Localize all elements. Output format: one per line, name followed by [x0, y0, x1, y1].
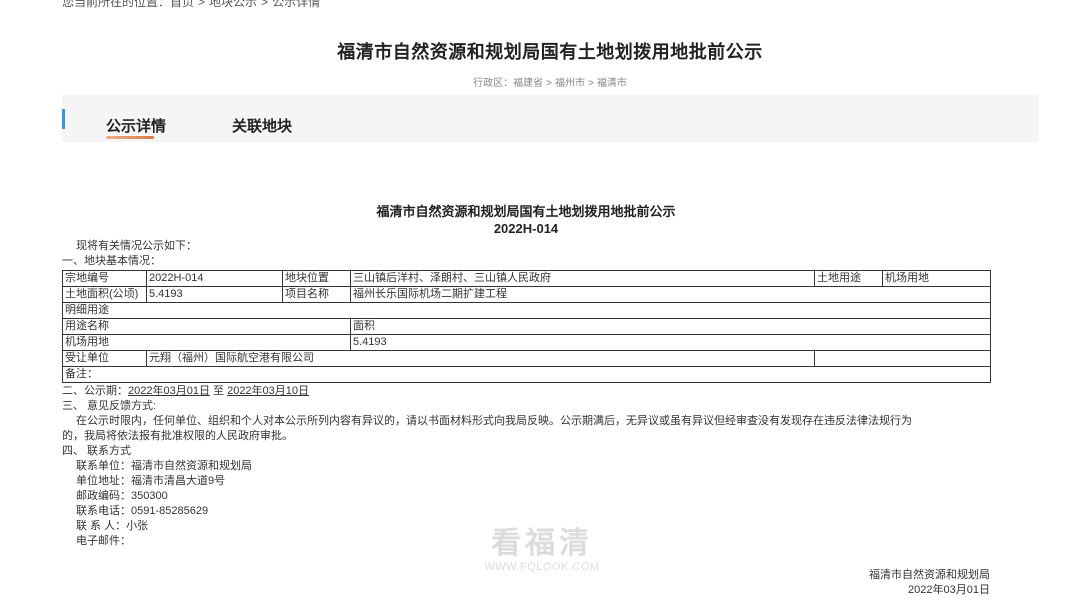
period-end-date: 2022年03月10日 [227, 385, 310, 397]
table-cell: 面积 [350, 318, 991, 335]
page-title: 福清市自然资源和规划局国有土地划拨用地批前公示 [337, 42, 763, 62]
section-basic-info-heading: 一、地块基本情况： [62, 255, 161, 267]
tab-bar-accent [62, 109, 65, 129]
notice-signature: 福清市自然资源和规划局 2022年03月01日 [869, 568, 990, 598]
breadcrumb-parcel-notice-link[interactable]: 地块公示 [209, 0, 257, 9]
notice-heading: 福清市自然资源和规划局国有土地划拨用地批前公示 2022H-014 [0, 203, 1052, 237]
section-feedback-heading: 三、 意见反馈方式: [62, 400, 157, 412]
table-row: 用途名称 面积 [62, 318, 991, 335]
table-cell: 明细用途 [62, 302, 991, 319]
region-county: 福清市 [596, 78, 627, 89]
breadcrumb: 您当前所在的位置：首页 > 地块公示 > 公示详情 [62, 0, 320, 10]
breadcrumb-separator: > [261, 0, 269, 9]
table-cell: 备注： [62, 366, 991, 383]
signature-org: 福清市自然资源和规划局 [869, 569, 990, 581]
table-cell [814, 350, 991, 367]
contact-list: 联系单位：福清市自然资源和规划局 单位地址：福清市清昌大道9号 邮政编码：350… [62, 459, 990, 549]
section-period: 二、公示期：2022年03月01日 至 2022年03月10日 [62, 384, 990, 399]
table-row: 备注： [62, 366, 991, 383]
breadcrumb-separator: > [198, 0, 206, 9]
contact-person: 联 系 人：小张 [76, 520, 149, 532]
notice-body: 现将有关情况公示如下： 一、地块基本情况： 宗地编号 2022H-014 地块位… [62, 239, 991, 549]
notice-intro: 现将有关情况公示如下： [76, 240, 197, 252]
region-province: 福建省 [513, 78, 544, 89]
table-cell: 项目名称 [282, 286, 351, 303]
table-row: 明细用途 [62, 302, 991, 319]
table-cell: 地块位置 [282, 270, 351, 287]
region-label: 行政区： [473, 78, 514, 89]
table-cell: 元翔（福州）国际航空港有限公司 [146, 350, 815, 367]
breadcrumb-current: 公示详情 [272, 0, 321, 9]
section-contact-heading: 四、 联系方式 [62, 445, 132, 457]
table-cell: 三山镇后洋村、泽朗村、三山镇人民政府 [350, 270, 815, 287]
watermark-url: WWW.FQLOOK.COM [484, 561, 600, 573]
tab-notice-detail[interactable]: 公示详情 [106, 115, 166, 136]
signature-date: 2022年03月01日 [908, 584, 990, 596]
notice-code: 2022H-014 [493, 221, 559, 236]
breadcrumb-prefix: 您当前所在的位置： [62, 0, 171, 9]
feedback-text-line1: 在公示时限内，任何单位、组织和个人对本公示所列内容有异议的，请以书面材料形式向我… [76, 415, 912, 427]
tab-bar: 公示详情 关联地块 [62, 95, 1039, 142]
contact-address: 单位地址：福清市清昌大道9号 [76, 475, 226, 487]
region-separator: > [588, 78, 594, 89]
region-breadcrumb: 行政区：福建省 > 福州市 > 福清市 [0, 74, 1080, 89]
table-cell: 土地用途 [814, 270, 883, 287]
table-row: 受让单位 元翔（福州）国际航空港有限公司 [62, 350, 991, 367]
table-row: 机场用地 5.4193 [62, 334, 991, 351]
table-row: 宗地编号 2022H-014 地块位置 三山镇后洋村、泽朗村、三山镇人民政府 土… [62, 270, 991, 287]
parcel-info-table: 宗地编号 2022H-014 地块位置 三山镇后洋村、泽朗村、三山镇人民政府 土… [62, 270, 991, 383]
contact-email: 电子邮件： [76, 535, 131, 547]
notice-title: 福清市自然资源和规划局国有土地划拨用地批前公示 [376, 204, 676, 219]
region-city: 福州市 [555, 78, 585, 89]
period-label: 二、公示期： [62, 385, 128, 397]
table-cell: 宗地编号 [62, 270, 147, 287]
table-cell: 机场用地 [882, 270, 991, 287]
table-cell: 2022H-014 [146, 270, 283, 287]
table-cell: 5.4193 [350, 334, 991, 351]
breadcrumb-home-link[interactable]: 首页 [170, 0, 194, 9]
table-row: 土地面积(公顷) 5.4193 项目名称 福州长乐国际机场二期扩建工程 [62, 286, 991, 303]
active-tab-indicator [106, 136, 154, 139]
tab-related-parcels[interactable]: 关联地块 [232, 115, 292, 136]
table-cell: 福州长乐国际机场二期扩建工程 [350, 286, 991, 303]
region-separator: > [546, 78, 552, 89]
table-cell: 5.4193 [146, 286, 283, 303]
table-cell: 机场用地 [62, 334, 351, 351]
table-cell: 受让单位 [62, 350, 147, 367]
feedback-text-line2: 的，我局将依法报有批准权限的人民政府审批。 [62, 430, 293, 442]
contact-phone: 联系电话：0591-85285629 [76, 505, 209, 517]
table-cell: 土地面积(公顷) [62, 286, 147, 303]
period-start-date: 2022年03月01日 [128, 385, 210, 397]
period-to: 至 [213, 385, 225, 397]
contact-postcode: 邮政编码：350300 [76, 490, 168, 502]
contact-unit: 联系单位：福清市自然资源和规划局 [76, 460, 252, 472]
table-cell: 用途名称 [62, 318, 351, 335]
